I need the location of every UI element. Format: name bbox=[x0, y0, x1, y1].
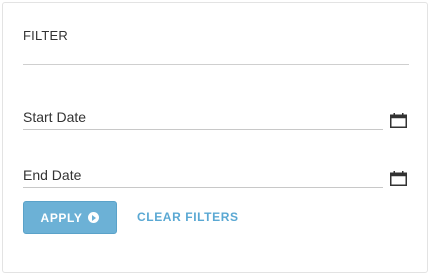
filter-panel: FILTER APPLY CLEAR FILTERS bbox=[2, 2, 428, 273]
divider bbox=[23, 64, 409, 65]
clear-filters-link[interactable]: CLEAR FILTERS bbox=[137, 210, 239, 224]
end-date-input[interactable] bbox=[23, 162, 383, 188]
filter-title: FILTER bbox=[23, 28, 69, 43]
start-date-input[interactable] bbox=[23, 104, 383, 130]
apply-button-label: APPLY bbox=[40, 210, 83, 225]
play-circle-icon bbox=[88, 212, 100, 223]
calendar-icon[interactable] bbox=[390, 171, 407, 186]
calendar-icon[interactable] bbox=[390, 113, 407, 128]
apply-button[interactable]: APPLY bbox=[23, 201, 117, 234]
